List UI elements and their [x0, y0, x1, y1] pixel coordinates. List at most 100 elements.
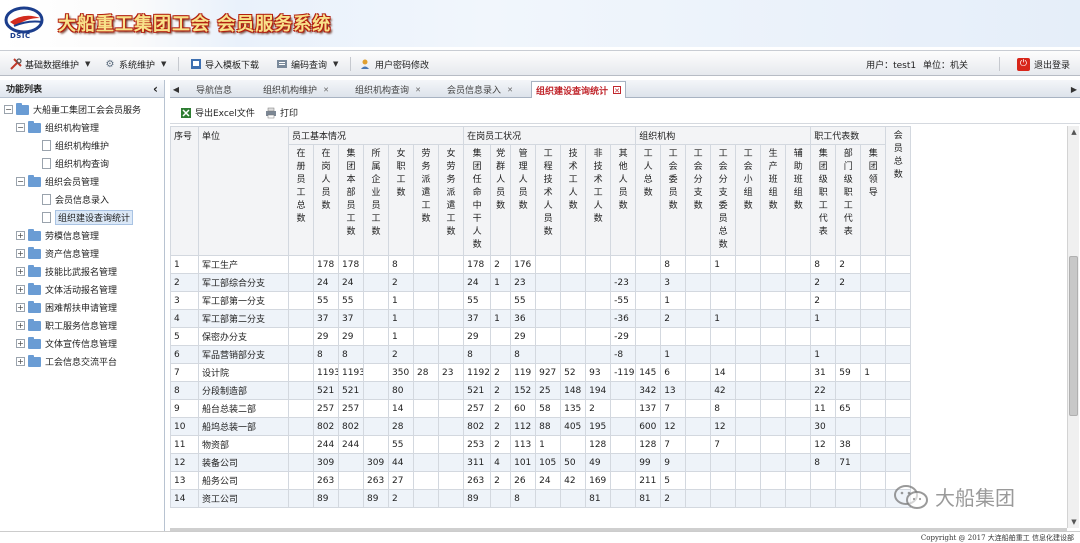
tree-folder[interactable]: + 劳模信息管理: [16, 227, 99, 244]
close-icon[interactable]: ✕: [506, 86, 514, 94]
cell-unit: 船台总装二部: [198, 399, 289, 418]
menu-code-query[interactable]: 编码查询 ▼: [276, 56, 338, 72]
table-cell: -55: [610, 291, 637, 310]
header-char: 业: [371, 188, 381, 198]
cell-unit: 军工部第二分支: [198, 309, 289, 328]
expand-icon[interactable]: +: [16, 231, 25, 240]
table-cell: 1: [810, 345, 837, 364]
tree-folder[interactable]: + 困难帮扶申请管理: [16, 299, 117, 316]
table-row[interactable]: 8 分段制造部 521 521 80 521 2 152 25 148 194 342 13 42 22: [170, 381, 936, 400]
expand-icon[interactable]: +: [16, 285, 25, 294]
menu-system[interactable]: ⚙ 系统维护 ▼: [104, 56, 167, 72]
tree-root[interactable]: − 大船重工集团工会会员服务: [4, 101, 141, 118]
table-cell: 12: [710, 417, 737, 436]
table-row[interactable]: 10 船坞总装一部 802 802 28 802 2 112 88 405 195 600 12 12 30: [170, 417, 936, 436]
scroll-down-icon[interactable]: ▼: [1068, 516, 1080, 528]
expand-icon[interactable]: +: [16, 321, 25, 330]
tree-leaf[interactable]: 组织机构查询: [42, 155, 109, 172]
table-cell: 600: [635, 417, 662, 436]
table-row[interactable]: 2 军工部综合分支 24 24 2 24 1 23 -23 3 2 2: [170, 273, 936, 292]
tab-label: 导航信息: [196, 86, 233, 96]
statistics-table-container[interactable]: 序号 单位 员工基本情况 在岗员工状况 组织机构 职工代表数会员总数在册员工总数在岗人员数…: [170, 126, 1067, 528]
table-cell: [760, 489, 787, 508]
table-cell: [735, 363, 762, 382]
change-password-button[interactable]: 用户密码修改: [360, 56, 429, 72]
collapse-icon[interactable]: −: [16, 123, 25, 132]
tree-folder[interactable]: + 文体活动报名管理: [16, 281, 117, 298]
print-button[interactable]: 打印: [265, 106, 298, 119]
table-cell: 8: [710, 399, 737, 418]
table-row[interactable]: 9 船台总装二部 257 257 14 257 2 60 58 135 2 137 7 8 11 65: [170, 399, 936, 418]
tree-folder[interactable]: − 组织机构管理: [16, 119, 99, 136]
expand-icon[interactable]: +: [16, 357, 25, 366]
table-cell: [835, 327, 862, 346]
table-row[interactable]: 6 军品营销部分支 8 8 2 8 8 -8 1 1: [170, 345, 936, 364]
collapse-icon[interactable]: −: [4, 105, 13, 114]
tab-scroll-right-icon[interactable]: ▶: [1068, 80, 1080, 98]
close-icon[interactable]: ✕: [613, 86, 622, 95]
table-row[interactable]: 11 物资部 244 244 55 253 2 113 1 128 128 7 7 12 38: [170, 435, 936, 454]
collapse-icon[interactable]: −: [16, 177, 25, 186]
expand-icon[interactable]: +: [16, 267, 25, 276]
table-cell: [288, 435, 314, 454]
header-char: 工: [421, 201, 431, 211]
table-cell: 350: [388, 363, 414, 382]
expand-icon[interactable]: +: [16, 339, 25, 348]
table-cell: [735, 291, 762, 310]
tree-folder[interactable]: − 组织会员管理: [16, 173, 99, 190]
table-cell: 14: [388, 399, 414, 418]
table-cell: 263: [463, 471, 492, 490]
tab-org-query[interactable]: 组织机构查询 ✕: [355, 81, 422, 98]
tree-folder[interactable]: + 技能比武报名管理: [16, 263, 117, 280]
header-char: 小: [743, 175, 753, 185]
table-row[interactable]: 13 船务公司 263 263 27 263 2 26 24 42 169 211 5: [170, 471, 936, 490]
tree-folder[interactable]: + 文体宣传信息管理: [16, 335, 117, 352]
tree-leaf[interactable]: 会员信息录入: [42, 191, 109, 208]
table-cell: [685, 255, 712, 274]
table-cell: 178: [338, 255, 364, 274]
cell-seq: 12: [170, 453, 199, 472]
expand-icon[interactable]: +: [16, 303, 25, 312]
download-template-button[interactable]: 导入模板下载: [190, 56, 259, 72]
table-row[interactable]: 5 保密办分支 29 29 1 29 29 -29: [170, 327, 936, 346]
logout-button[interactable]: ⏻ 退出登录: [1016, 56, 1070, 72]
tree-folder[interactable]: + 资产信息管理: [16, 245, 99, 262]
tree-leaf[interactable]: 组织机构维护: [42, 137, 109, 154]
tab-org-maintain[interactable]: 组织机构维护 ✕: [263, 81, 330, 98]
table-row[interactable]: 7设计院119311933502823119221199275293-11911…: [170, 363, 936, 382]
table-row[interactable]: 1 军工生产 178 178 8 178 2 176 8 1 8 2: [170, 255, 936, 274]
collapse-sidebar-icon[interactable]: ‹: [153, 82, 158, 96]
close-icon[interactable]: ✕: [414, 86, 422, 94]
tab-org-stats[interactable]: 组织建设查询统计 ✕: [531, 81, 627, 98]
tab-member-entry[interactable]: 会员信息录入 ✕: [447, 81, 514, 98]
table-cell: 25: [535, 381, 562, 400]
vertical-scrollbar[interactable]: ▲ ▼: [1067, 126, 1079, 528]
table-cell: 26: [510, 471, 537, 490]
close-icon[interactable]: ✕: [322, 86, 330, 94]
header-char: 数: [568, 201, 578, 211]
tree-folder[interactable]: + 工会信息交流平台: [16, 353, 117, 370]
table-row[interactable]: 3 军工部第一分支 55 55 1 55 55 -55 1 2: [170, 291, 936, 310]
header-char: 支: [718, 188, 728, 198]
scroll-up-icon[interactable]: ▲: [1068, 126, 1080, 138]
table-row[interactable]: 4 军工部第二分支 37 37 1 37 1 36 -36 2 1 1: [170, 309, 936, 328]
table-cell: 5: [660, 471, 687, 490]
download-icon: [190, 58, 202, 70]
table-cell: [735, 417, 762, 436]
table-cell: 1: [810, 309, 837, 328]
expand-icon[interactable]: +: [16, 249, 25, 258]
table-cell: 2: [490, 471, 512, 490]
table-row[interactable]: 12 装备公司 309 309 44 311 4 101 105 50 49 99 9 8 71: [170, 453, 936, 472]
tab-scroll-left-icon[interactable]: ◀: [170, 80, 182, 98]
table-cell: [437, 255, 465, 274]
table-cell: [760, 381, 787, 400]
cell-total-members: [885, 399, 912, 418]
table-row[interactable]: 14 资工公司 89 89 2 89 8 81 81 2: [170, 489, 936, 508]
tree-leaf[interactable]: 组织建设查询统计: [42, 209, 134, 226]
scrollbar-thumb[interactable]: [1069, 256, 1078, 416]
tab-nav-info[interactable]: 导航信息: [196, 81, 232, 98]
export-excel-button[interactable]: 导出Excel文件: [180, 106, 255, 119]
header-char: 员: [668, 188, 678, 198]
menu-basic-data[interactable]: 基础数据维护 ▼: [10, 56, 90, 72]
tree-folder[interactable]: + 职工服务信息管理: [16, 317, 117, 334]
